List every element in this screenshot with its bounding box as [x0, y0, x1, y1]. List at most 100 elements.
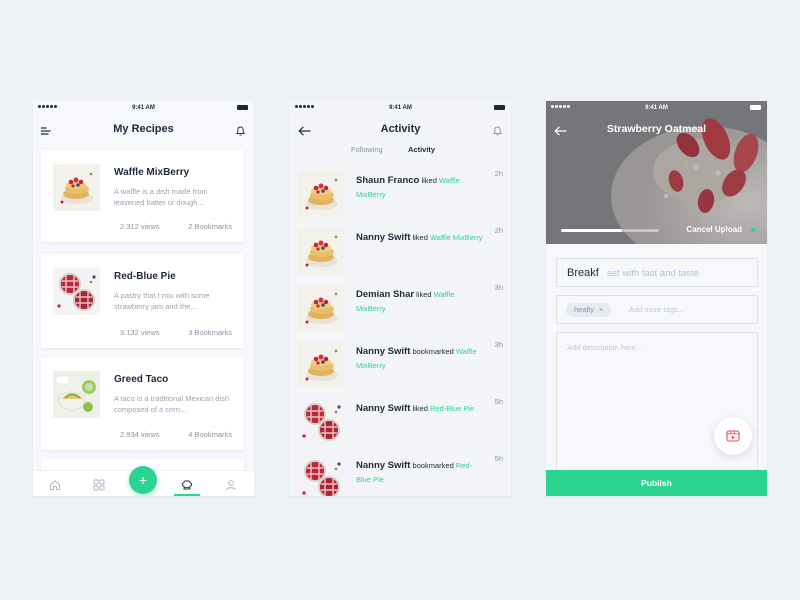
activity-user[interactable]: Nanny Swift — [356, 403, 410, 414]
upload-screen: 9:41 AM Strawberry Oatmeal Cancel Upload… — [546, 101, 767, 496]
waffle-image — [53, 164, 100, 211]
activity-user[interactable]: Nanny Swift — [356, 346, 410, 357]
pie-image — [298, 398, 345, 445]
grid-icon[interactable] — [93, 478, 105, 491]
activity-action: liked — [412, 404, 428, 413]
recipe-bookmarks: 2 Bookmarks — [188, 222, 232, 231]
activity-item[interactable]: Nanny Swift bookmarked Red-Blue Pie 5h — [290, 449, 511, 496]
status-time: 9:41 AM — [389, 105, 412, 111]
upload-progress-bar — [561, 229, 659, 232]
add-recipe-button[interactable]: + — [129, 466, 157, 494]
tab-following[interactable]: Following — [351, 145, 383, 154]
activity-header: Activity — [290, 119, 511, 141]
activity-text: Nanny Swift liked Waffle MixBerry — [356, 231, 484, 245]
activity-action: liked — [412, 233, 428, 242]
bell-icon[interactable] — [492, 123, 503, 141]
recipe-name: Waffle MixBerry — [114, 167, 190, 178]
recipe-title-input[interactable]: Breakf ast with fast and taste — [556, 258, 758, 287]
activity-time: 3h — [494, 283, 503, 292]
recipe-card[interactable]: Greed Taco A taco is a traditional Mexic… — [41, 357, 244, 450]
battery-icon — [237, 105, 248, 110]
tab-bar: + — [33, 466, 254, 496]
activity-time: 2h — [494, 226, 503, 235]
activity-item[interactable]: Demian Shar liked Waffle MixBerry 3h — [290, 278, 511, 335]
activity-text: Nanny Swift liked Red-Blue Pie — [356, 402, 484, 416]
activity-text: Demian Shar liked Waffle MixBerry — [356, 288, 484, 316]
recipe-description: A taco is a traditional Mexican dish com… — [114, 394, 230, 414]
recipe-views: 3.132 views — [120, 328, 160, 337]
recipe-name: Greed Taco — [114, 374, 169, 385]
recipe-card[interactable]: Red-Blue Pie A pastry that I mix with so… — [41, 254, 244, 348]
battery-icon — [750, 105, 761, 110]
recipe-name: Red-Blue Pie — [114, 271, 176, 282]
activity-item[interactable]: Nanny Swift liked Red-Blue Pie 5h — [290, 392, 511, 449]
activity-time: 2h — [494, 169, 503, 178]
recipe-views: 2.934 views — [120, 430, 160, 439]
activity-time: 3h — [494, 340, 503, 349]
recipe-bookmarks: 3 Bookmarks — [188, 328, 232, 337]
activity-user[interactable]: Nanny Swift — [356, 232, 410, 243]
recipe-description: A waffle is a dish made from leavened ba… — [114, 187, 208, 207]
upload-status-dot — [751, 228, 755, 232]
status-time: 9:41 AM — [132, 105, 155, 111]
taco-image — [53, 371, 100, 418]
upload-header: Strawberry Oatmeal — [546, 119, 767, 141]
activity-time: 5h — [494, 454, 503, 463]
activity-action: liked — [421, 176, 437, 185]
activity-item[interactable]: Nanny Swift bookmarked Waffle MixBerry 3… — [290, 335, 511, 392]
tags-input[interactable]: healty × Add more tags... — [556, 295, 758, 324]
status-bar: 9:41 AM — [290, 101, 511, 115]
active-tab-indicator — [174, 494, 200, 496]
activity-text: Nanny Swift bookmarked Waffle MixBerry — [356, 345, 484, 373]
remove-tag-icon[interactable]: × — [599, 307, 603, 314]
activity-action: bookmarked — [412, 461, 454, 470]
home-icon[interactable] — [49, 478, 61, 490]
chef-hat-icon[interactable] — [181, 478, 193, 490]
activity-target[interactable]: Waffle MixBerry — [430, 233, 483, 242]
activity-target[interactable]: Red-Blue Pie — [430, 404, 474, 413]
activity-user[interactable]: Nanny Swift — [356, 460, 410, 471]
activity-action: bookmarked — [412, 347, 454, 356]
upload-progress-fill — [561, 229, 622, 232]
recipe-description: A pastry that I mix with some strawberry… — [114, 291, 210, 311]
status-bar: 9:41 AM — [33, 101, 254, 115]
tag-label: healty — [574, 305, 595, 314]
activity-screen: 9:41 AM Activity Following Activity Shau… — [290, 101, 511, 496]
activity-action: liked — [416, 290, 432, 299]
waffle-image — [298, 170, 345, 217]
page-title: Strawberry Oatmeal — [606, 123, 707, 135]
recipe-bookmarks: 4 Bookmarks — [188, 430, 232, 439]
status-time: 9:41 AM — [645, 105, 668, 111]
title-input-placeholder: ast with fast and taste — [607, 268, 699, 279]
page-title: Activity — [380, 123, 421, 135]
add-video-button[interactable] — [714, 417, 752, 455]
activity-item[interactable]: Shaun Franco liked Waffle MixBerry 2h — [290, 164, 511, 221]
recipes-header: My Recipes — [33, 119, 254, 141]
my-recipes-screen: 9:41 AM My Recipes Waffle MixBerry A waf… — [33, 101, 254, 496]
activity-time: 5h — [494, 397, 503, 406]
recipe-card[interactable]: Waffle MixBerry A waffle is a dish made … — [41, 150, 244, 242]
battery-icon — [494, 105, 505, 110]
activity-text: Shaun Franco liked Waffle MixBerry — [356, 174, 484, 202]
publish-button[interactable]: Publish — [546, 470, 767, 496]
tags-placeholder: Add more tags... — [629, 305, 685, 314]
activity-user[interactable]: Demian Shar — [356, 289, 414, 300]
title-input-value: Breakf — [567, 267, 599, 279]
bell-icon[interactable] — [235, 123, 246, 141]
waffle-image — [298, 227, 345, 274]
tab-activity[interactable]: Activity — [408, 145, 435, 154]
pie-image — [53, 268, 100, 315]
profile-icon[interactable] — [225, 478, 237, 491]
activity-item[interactable]: Nanny Swift liked Waffle MixBerry 2h — [290, 221, 511, 278]
page-title: My Recipes — [113, 123, 174, 135]
description-placeholder: Add description here... — [567, 343, 643, 352]
cancel-upload-button[interactable]: Cancel Upload — [686, 225, 742, 234]
tag-chip[interactable]: healty × — [566, 303, 612, 317]
pie-image — [298, 455, 345, 496]
waffle-image — [298, 341, 345, 388]
activity-user[interactable]: Shaun Franco — [356, 175, 419, 186]
activity-text: Nanny Swift bookmarked Red-Blue Pie — [356, 459, 484, 487]
video-icon — [726, 430, 740, 442]
waffle-image — [298, 284, 345, 331]
recipe-views: 2.312 views — [120, 222, 160, 231]
